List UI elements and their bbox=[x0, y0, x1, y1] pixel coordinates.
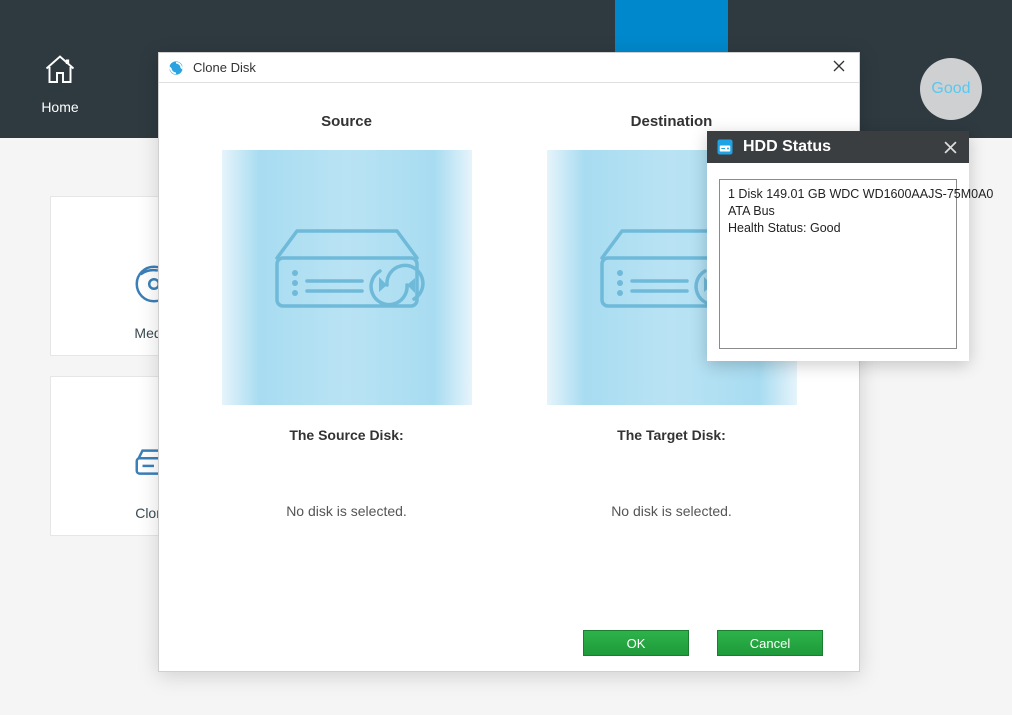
ok-button[interactable]: OK bbox=[583, 630, 689, 656]
close-icon bbox=[833, 60, 845, 72]
source-column: Source The Source Disk: No disk is bbox=[222, 113, 472, 605]
hdd-status-title: HDD Status bbox=[743, 138, 831, 156]
hdd-bus-info: ATA Bus bbox=[728, 203, 948, 220]
hdd-disk-info: 1 Disk 149.01 GB WDC WD1600AAJS-75M0A0 bbox=[728, 186, 948, 203]
source-header: Source bbox=[321, 113, 372, 130]
hdd-status-titlebar: HDD Status bbox=[707, 131, 969, 163]
dialog-footer: OK Cancel bbox=[159, 615, 859, 671]
health-badge[interactable]: Good bbox=[920, 58, 982, 120]
hdd-status-panel: HDD Status 1 Disk 149.01 GB WDC WD1600AA… bbox=[707, 131, 969, 361]
cancel-button[interactable]: Cancel bbox=[717, 630, 823, 656]
app-icon bbox=[167, 59, 185, 77]
active-header-tab bbox=[615, 0, 728, 52]
dialog-title-text: Clone Disk bbox=[193, 60, 256, 75]
hdd-status-icon bbox=[715, 137, 735, 157]
health-badge-text: Good bbox=[931, 80, 970, 98]
dialog-close-button[interactable] bbox=[827, 59, 851, 77]
close-icon bbox=[944, 141, 957, 154]
target-disk-label: The Target Disk: bbox=[617, 427, 726, 443]
hdd-status-close-button[interactable] bbox=[939, 136, 961, 158]
nav-home[interactable]: Home bbox=[30, 52, 90, 115]
home-icon bbox=[42, 52, 78, 88]
source-disk-slot[interactable] bbox=[222, 150, 472, 405]
destination-header: Destination bbox=[631, 113, 713, 130]
hdd-health-info: Health Status: Good bbox=[728, 220, 948, 237]
hdd-status-body: 1 Disk 149.01 GB WDC WD1600AAJS-75M0A0 A… bbox=[719, 179, 957, 349]
dialog-titlebar: Clone Disk bbox=[159, 53, 859, 83]
source-disk-status: No disk is selected. bbox=[286, 503, 407, 519]
source-disk-label: The Source Disk: bbox=[289, 427, 403, 443]
target-disk-status: No disk is selected. bbox=[611, 503, 732, 519]
nav-home-label: Home bbox=[30, 99, 90, 115]
source-disk-icon bbox=[267, 223, 427, 333]
